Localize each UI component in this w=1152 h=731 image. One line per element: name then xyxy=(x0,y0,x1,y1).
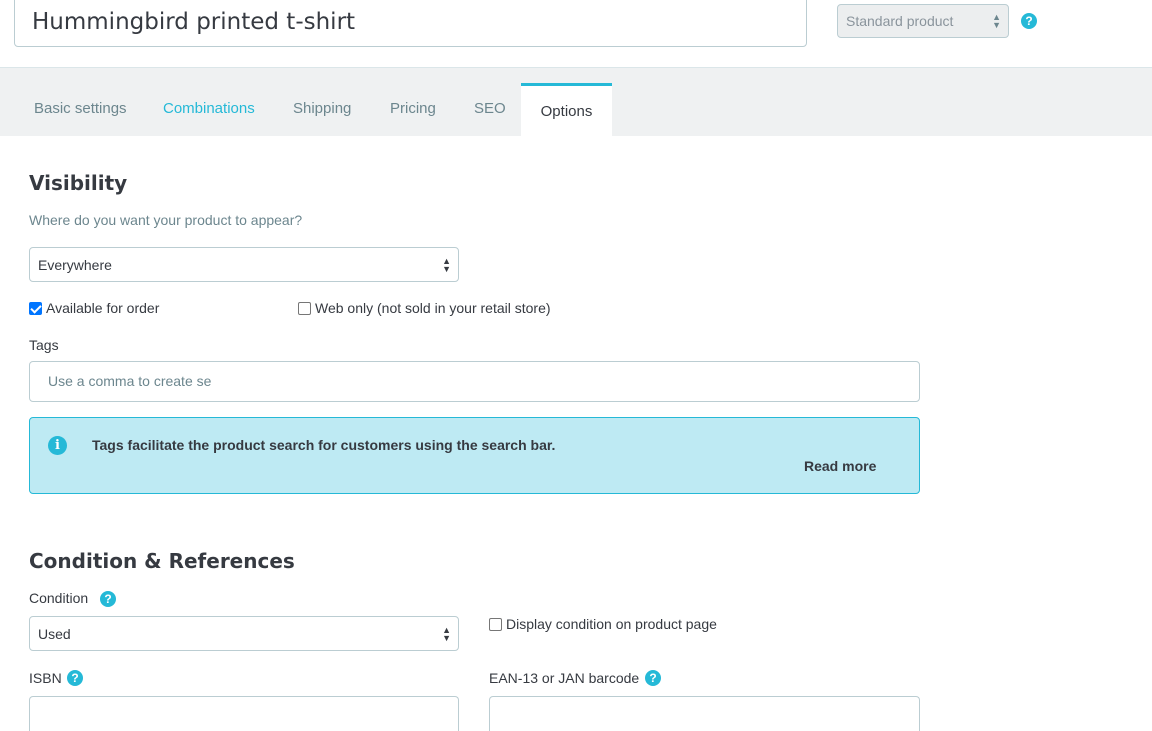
read-more-link[interactable]: Read more xyxy=(804,458,876,474)
tab-pricing[interactable]: Pricing xyxy=(390,100,436,117)
isbn-help-icon[interactable]: ? xyxy=(67,670,83,686)
display-condition-label: Display condition on product page xyxy=(506,616,717,632)
tab-combinations[interactable]: Combinations xyxy=(163,100,255,117)
product-type-help-icon[interactable]: ? xyxy=(1021,13,1037,29)
tab-basic-settings[interactable]: Basic settings xyxy=(34,100,127,117)
product-tabs: Basic settings Combinations Shipping Pri… xyxy=(0,68,1152,136)
tags-input[interactable]: Use a comma to create se xyxy=(29,361,920,402)
ean-input[interactable] xyxy=(489,696,920,731)
tags-info-alert: i Tags facilitate the product search for… xyxy=(29,417,920,494)
isbn-label: ISBN xyxy=(29,670,62,686)
info-icon: i xyxy=(48,436,67,455)
visibility-heading: Visibility xyxy=(29,171,128,195)
condition-selected-value: Used xyxy=(38,626,71,642)
checkbox-icon[interactable] xyxy=(298,301,311,315)
product-type-value: Standard product xyxy=(846,13,954,29)
tags-label: Tags xyxy=(29,337,59,353)
tab-shipping[interactable]: Shipping xyxy=(293,100,351,117)
product-name-input[interactable]: Hummingbird printed t-shirt xyxy=(14,0,807,47)
select-arrows-icon: ▲ ▼ xyxy=(442,625,451,643)
web-only-checkbox[interactable]: Web only (not sold in your retail store) xyxy=(298,300,551,316)
isbn-input[interactable] xyxy=(29,696,459,731)
visibility-question: Where do you want your product to appear… xyxy=(29,212,303,228)
display-condition-checkbox[interactable]: Display condition on product page xyxy=(489,616,717,632)
tab-seo[interactable]: SEO xyxy=(474,100,506,117)
condition-references-heading: Condition & References xyxy=(29,549,295,573)
checkbox-checked-icon[interactable] xyxy=(29,301,42,315)
ean-help-icon[interactable]: ? xyxy=(645,670,661,686)
visibility-select[interactable]: Everywhere ▲ ▼ xyxy=(29,247,459,282)
condition-label: Condition xyxy=(29,590,89,606)
checkbox-icon[interactable] xyxy=(489,617,502,631)
tab-options[interactable]: Options xyxy=(521,83,612,136)
select-arrows-icon: ▲ ▼ xyxy=(992,12,1001,30)
tags-info-message: Tags facilitate the product search for c… xyxy=(92,437,556,453)
available-for-order-label: Available for order xyxy=(46,300,160,316)
condition-select[interactable]: Used ▲ ▼ xyxy=(29,616,459,651)
ean-label: EAN-13 or JAN barcode xyxy=(489,670,640,686)
product-type-select[interactable]: Standard product ▲ ▼ xyxy=(837,4,1009,38)
select-arrows-icon: ▲ ▼ xyxy=(442,256,451,274)
visibility-selected-value: Everywhere xyxy=(38,257,112,273)
web-only-label: Web only (not sold in your retail store) xyxy=(315,300,551,316)
condition-help-icon[interactable]: ? xyxy=(100,591,116,607)
available-for-order-checkbox[interactable]: Available for order xyxy=(29,300,159,316)
product-header: Hummingbird printed t-shirt Standard pro… xyxy=(0,0,1152,68)
